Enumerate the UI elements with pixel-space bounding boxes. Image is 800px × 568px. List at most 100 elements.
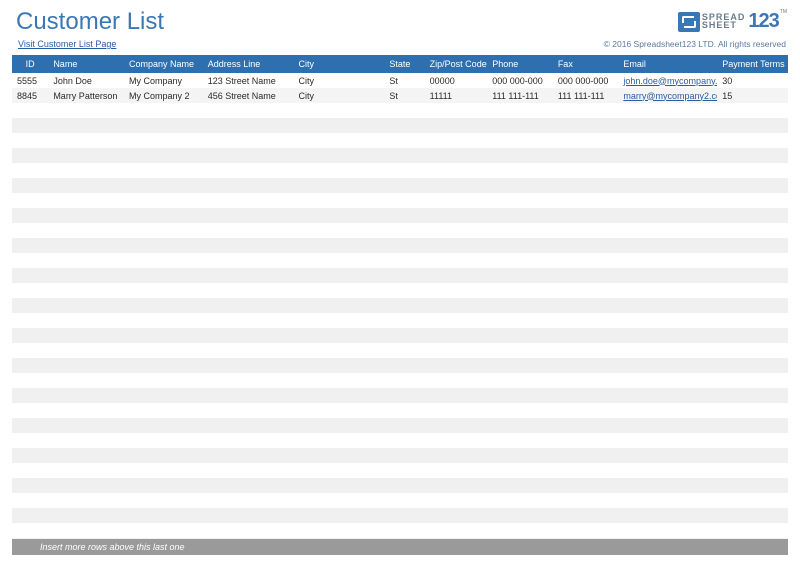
table-cell[interactable]: St: [384, 88, 424, 103]
table-cell[interactable]: [203, 178, 294, 193]
table-cell[interactable]: [384, 178, 424, 193]
table-cell[interactable]: [618, 508, 717, 523]
table-row-empty[interactable]: [12, 313, 788, 328]
table-cell[interactable]: [553, 193, 619, 208]
table-cell[interactable]: [487, 388, 553, 403]
table-cell[interactable]: [12, 178, 48, 193]
table-cell[interactable]: [618, 208, 717, 223]
table-cell[interactable]: [553, 148, 619, 163]
table-cell[interactable]: [48, 118, 124, 133]
table-cell[interactable]: 15: [717, 88, 788, 103]
table-cell[interactable]: [384, 193, 424, 208]
table-cell[interactable]: [717, 493, 788, 508]
table-cell[interactable]: [553, 163, 619, 178]
table-cell[interactable]: [425, 148, 488, 163]
table-cell[interactable]: [487, 148, 553, 163]
table-cell[interactable]: [12, 388, 48, 403]
table-cell[interactable]: [294, 133, 385, 148]
table-cell[interactable]: [425, 358, 488, 373]
table-cell[interactable]: [48, 148, 124, 163]
table-cell[interactable]: [384, 253, 424, 268]
table-cell[interactable]: St: [384, 73, 424, 88]
table-cell[interactable]: [203, 223, 294, 238]
table-cell[interactable]: [487, 103, 553, 118]
table-cell[interactable]: [717, 268, 788, 283]
table-row-empty[interactable]: [12, 298, 788, 313]
table-cell[interactable]: [553, 103, 619, 118]
table-cell[interactable]: [48, 523, 124, 538]
table-cell[interactable]: [425, 343, 488, 358]
table-cell[interactable]: [384, 523, 424, 538]
table-cell[interactable]: [717, 193, 788, 208]
table-cell[interactable]: [384, 298, 424, 313]
table-cell[interactable]: [425, 493, 488, 508]
table-row-empty[interactable]: [12, 343, 788, 358]
table-cell[interactable]: [425, 508, 488, 523]
table-cell[interactable]: [618, 118, 717, 133]
table-row[interactable]: 5555John DoeMy Company123 Street NameCit…: [12, 73, 788, 88]
table-row-empty[interactable]: [12, 433, 788, 448]
table-cell[interactable]: [487, 418, 553, 433]
col-header-phone[interactable]: Phone: [487, 55, 553, 73]
col-header-email[interactable]: Email: [618, 55, 717, 73]
table-cell[interactable]: [12, 493, 48, 508]
table-cell[interactable]: [553, 223, 619, 238]
table-cell[interactable]: [124, 223, 203, 238]
table-cell[interactable]: [48, 328, 124, 343]
table-cell[interactable]: [12, 373, 48, 388]
table-cell[interactable]: [294, 508, 385, 523]
table-cell[interactable]: john.doe@mycompany.co: [618, 73, 717, 88]
table-cell[interactable]: [384, 553, 424, 568]
table-cell[interactable]: [553, 268, 619, 283]
table-cell[interactable]: [425, 463, 488, 478]
table-cell[interactable]: [203, 343, 294, 358]
table-cell[interactable]: [203, 433, 294, 448]
table-cell[interactable]: [48, 388, 124, 403]
table-cell[interactable]: [48, 433, 124, 448]
table-cell[interactable]: [12, 118, 48, 133]
table-cell[interactable]: [124, 493, 203, 508]
table-cell[interactable]: [124, 253, 203, 268]
table-row-empty[interactable]: [12, 208, 788, 223]
table-cell[interactable]: [425, 193, 488, 208]
table-cell[interactable]: [48, 448, 124, 463]
table-cell[interactable]: [425, 523, 488, 538]
table-cell[interactable]: [425, 103, 488, 118]
table-cell[interactable]: [12, 103, 48, 118]
table-cell[interactable]: [553, 343, 619, 358]
table-cell[interactable]: [717, 253, 788, 268]
table-cell[interactable]: [384, 508, 424, 523]
col-header-zip[interactable]: Zip/Post Code: [425, 55, 488, 73]
table-cell[interactable]: [717, 478, 788, 493]
table-cell[interactable]: [48, 553, 124, 568]
table-cell[interactable]: [294, 463, 385, 478]
table-cell[interactable]: [12, 283, 48, 298]
table-cell[interactable]: [48, 163, 124, 178]
table-cell[interactable]: [553, 553, 619, 568]
table-cell[interactable]: [487, 448, 553, 463]
table-cell[interactable]: [294, 313, 385, 328]
table-cell[interactable]: [553, 328, 619, 343]
table-cell[interactable]: [203, 388, 294, 403]
table-cell[interactable]: [618, 268, 717, 283]
table-cell[interactable]: marry@mycompany2.com: [618, 88, 717, 103]
table-cell[interactable]: [487, 358, 553, 373]
table-cell[interactable]: [48, 403, 124, 418]
table-cell[interactable]: [48, 223, 124, 238]
table-cell[interactable]: [294, 238, 385, 253]
table-cell[interactable]: [12, 418, 48, 433]
table-cell[interactable]: [203, 523, 294, 538]
table-cell[interactable]: [618, 193, 717, 208]
table-cell[interactable]: [203, 493, 294, 508]
table-cell[interactable]: [124, 313, 203, 328]
table-cell[interactable]: [48, 418, 124, 433]
table-cell[interactable]: [618, 448, 717, 463]
table-cell[interactable]: [487, 208, 553, 223]
table-cell[interactable]: [618, 373, 717, 388]
table-cell[interactable]: [124, 373, 203, 388]
table-row-empty[interactable]: [12, 118, 788, 133]
table-cell[interactable]: [717, 283, 788, 298]
table-cell[interactable]: [384, 223, 424, 238]
table-cell[interactable]: [553, 133, 619, 148]
table-cell[interactable]: [425, 418, 488, 433]
